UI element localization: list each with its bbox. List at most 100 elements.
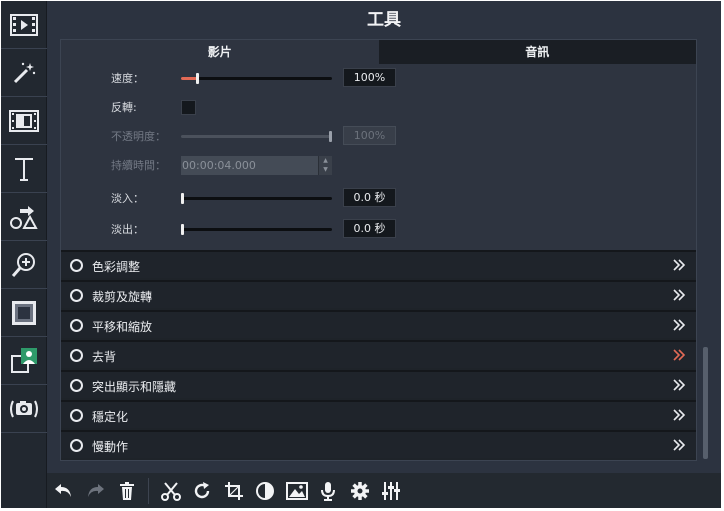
shapes-tool-button[interactable] bbox=[1, 193, 47, 241]
fade-out-label: 淡出： bbox=[111, 223, 144, 236]
section-radio[interactable] bbox=[70, 289, 83, 302]
rotate-button[interactable] bbox=[187, 476, 217, 506]
fade-in-row: 淡入： 0.0 秒 bbox=[61, 187, 696, 209]
texture-tool-button[interactable] bbox=[1, 289, 47, 337]
effects-tool-button[interactable] bbox=[1, 49, 47, 97]
stepper-down-icon[interactable]: ▼ bbox=[319, 165, 332, 174]
fade-out-row: 淡出： 0.0 秒 bbox=[61, 218, 696, 240]
picture-in-picture-icon bbox=[11, 347, 37, 373]
undo-icon bbox=[55, 484, 71, 497]
fade-out-value-field[interactable]: 0.0 秒 bbox=[343, 219, 396, 238]
speed-slider[interactable] bbox=[181, 73, 332, 84]
fade-in-label: 淡入： bbox=[111, 192, 144, 205]
section-radio[interactable] bbox=[70, 439, 83, 452]
speed-slider-fill bbox=[181, 77, 197, 80]
settings-button[interactable] bbox=[345, 476, 375, 506]
zoom-tool-button[interactable] bbox=[1, 241, 47, 289]
section-label: 去背 bbox=[92, 350, 117, 364]
split-button[interactable] bbox=[156, 476, 186, 506]
redo-icon bbox=[88, 484, 104, 497]
double-chevron-right-icon[interactable] bbox=[672, 318, 686, 332]
text-tool-button[interactable] bbox=[1, 145, 47, 193]
section-crop-rotate[interactable]: 裁剪及旋轉 bbox=[61, 280, 696, 308]
opacity-label: 不透明度： bbox=[111, 130, 166, 143]
speed-label: 速度： bbox=[111, 72, 144, 85]
scrollbar-thumb[interactable] bbox=[703, 347, 708, 459]
fade-in-slider[interactable] bbox=[181, 193, 332, 204]
camera-icon bbox=[10, 400, 38, 417]
duration-field[interactable]: 00:00:04.000 bbox=[181, 156, 318, 175]
tab-video[interactable]: 影片 bbox=[61, 40, 379, 64]
text-icon bbox=[15, 157, 33, 181]
section-radio[interactable] bbox=[70, 379, 83, 392]
audio-mixer-button[interactable] bbox=[376, 476, 406, 506]
section-radio[interactable] bbox=[70, 349, 83, 362]
zoom-in-icon bbox=[11, 252, 35, 277]
media-tool-button[interactable] bbox=[1, 1, 47, 49]
left-toolbar bbox=[1, 1, 47, 508]
clip-icon bbox=[9, 109, 39, 132]
reverse-row: 反轉: bbox=[61, 96, 696, 118]
clip-tool-button[interactable] bbox=[1, 97, 47, 145]
tab-audio[interactable]: 音訊 bbox=[378, 40, 696, 64]
app-window: 工具 影片 音訊 速度： 100% 反轉: 不透明度： 100% 持續時間： 0… bbox=[1, 1, 721, 508]
texture-icon bbox=[12, 300, 36, 325]
section-label: 慢動作 bbox=[92, 440, 129, 454]
redo-button[interactable] bbox=[80, 476, 110, 506]
panel-title: 工具 bbox=[367, 10, 401, 30]
section-stabilize[interactable]: 穩定化 bbox=[61, 400, 696, 428]
double-chevron-right-icon[interactable] bbox=[672, 258, 686, 272]
double-chevron-right-icon[interactable] bbox=[672, 348, 686, 362]
section-slow-motion[interactable]: 慢動作 bbox=[61, 430, 696, 458]
fade-in-slider-thumb[interactable] bbox=[181, 193, 184, 204]
section-highlight-hide[interactable]: 突出顯示和隱藏 bbox=[61, 370, 696, 398]
section-pan-zoom[interactable]: 平移和縮放 bbox=[61, 310, 696, 338]
opacity-slider[interactable] bbox=[181, 131, 332, 142]
fade-out-slider-thumb[interactable] bbox=[181, 224, 184, 235]
section-label: 突出顯示和隱藏 bbox=[92, 380, 177, 394]
toolbar-separator bbox=[148, 478, 149, 504]
image-button[interactable] bbox=[282, 476, 312, 506]
bottom-toolbar bbox=[47, 473, 721, 508]
fade-in-value-field[interactable]: 0.0 秒 bbox=[343, 188, 396, 207]
duration-label: 持續時間： bbox=[111, 159, 166, 172]
double-chevron-right-icon[interactable] bbox=[672, 288, 686, 302]
section-radio[interactable] bbox=[70, 319, 83, 332]
speed-value-field[interactable]: 100% bbox=[343, 68, 396, 87]
voiceover-button[interactable] bbox=[313, 476, 343, 506]
section-label: 色彩調整 bbox=[92, 260, 141, 274]
fade-out-slider[interactable] bbox=[181, 224, 332, 235]
vertical-scrollbar[interactable] bbox=[701, 39, 709, 461]
double-chevron-right-icon[interactable] bbox=[672, 378, 686, 392]
duration-stepper[interactable]: ▲ ▼ bbox=[318, 156, 332, 175]
opacity-slider-thumb[interactable] bbox=[329, 131, 332, 142]
section-color-adjust[interactable]: 色彩調整 bbox=[61, 250, 696, 278]
speed-slider-thumb[interactable] bbox=[196, 73, 199, 84]
crop-button[interactable] bbox=[219, 476, 249, 506]
section-chroma-key[interactable]: 去背 bbox=[61, 340, 696, 368]
opacity-row: 不透明度： 100% bbox=[61, 125, 696, 147]
section-label: 平移和縮放 bbox=[92, 320, 153, 334]
opacity-value-field[interactable]: 100% bbox=[343, 126, 396, 145]
magic-wand-icon bbox=[13, 62, 36, 83]
trash-icon bbox=[120, 482, 134, 500]
color-button[interactable] bbox=[250, 476, 280, 506]
delete-button[interactable] bbox=[112, 476, 142, 506]
section-radio[interactable] bbox=[70, 409, 83, 422]
undo-button[interactable] bbox=[49, 476, 79, 506]
camera-tool-button[interactable] bbox=[1, 385, 47, 433]
shapes-icon bbox=[10, 205, 38, 229]
gear-icon bbox=[351, 482, 369, 500]
section-label: 穩定化 bbox=[92, 410, 129, 424]
reverse-checkbox[interactable] bbox=[181, 100, 196, 115]
section-radio[interactable] bbox=[70, 259, 83, 272]
image-icon bbox=[286, 482, 308, 500]
pip-tool-button[interactable] bbox=[1, 337, 47, 385]
reverse-label: 反轉: bbox=[111, 101, 137, 114]
stepper-up-icon[interactable]: ▲ bbox=[319, 156, 332, 165]
double-chevron-right-icon[interactable] bbox=[672, 408, 686, 422]
video-properties: 速度： 100% 反轉: 不透明度： 100% 持續時間： 00:00:04.0… bbox=[61, 64, 696, 250]
tools-panel: 影片 音訊 速度： 100% 反轉: 不透明度： 100% 持續時間： 00:0… bbox=[60, 39, 697, 461]
double-chevron-right-icon[interactable] bbox=[672, 438, 686, 452]
microphone-icon bbox=[321, 482, 335, 501]
